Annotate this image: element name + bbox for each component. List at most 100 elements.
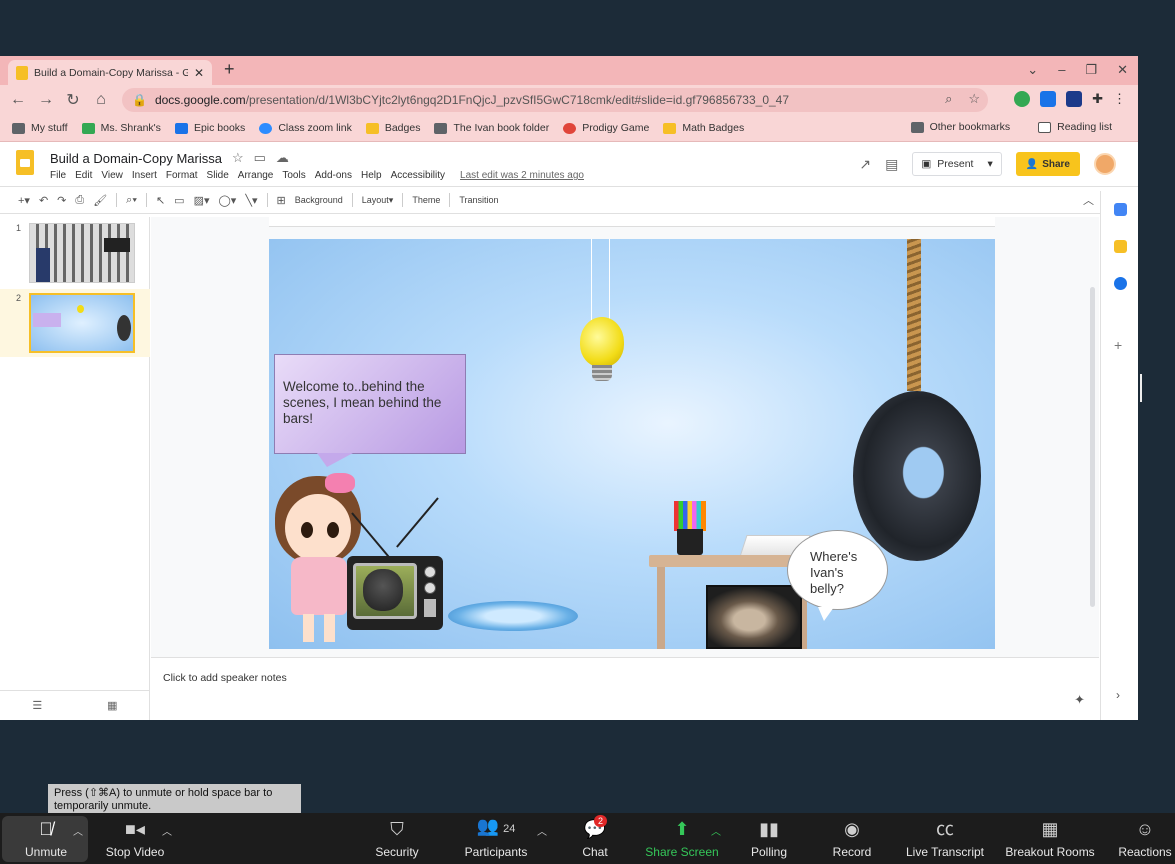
activity-trend-icon[interactable]: ↗: [859, 156, 871, 173]
back-icon[interactable]: ←: [10, 91, 26, 109]
menu-accessibility[interactable]: Accessibility: [391, 170, 445, 181]
lightbulb-image[interactable]: [580, 317, 624, 367]
forward-icon[interactable]: →: [38, 91, 54, 109]
record-button[interactable]: ◉ Record: [830, 813, 874, 864]
avatar[interactable]: [1094, 153, 1116, 175]
dog-photo-image[interactable]: [706, 585, 802, 649]
add-addon-icon[interactable]: +: [1114, 337, 1122, 353]
polling-button[interactable]: ▮▮ Polling: [748, 813, 790, 864]
share-button[interactable]: 👤 Share: [1015, 152, 1080, 176]
zoom-tool-icon[interactable]: ⌕▾: [126, 194, 137, 207]
keep-icon[interactable]: [1114, 240, 1127, 253]
bookmark-epic-books[interactable]: Epic books: [174, 122, 245, 134]
collapse-toolbar-icon[interactable]: ︿: [1083, 192, 1094, 208]
extension-icon[interactable]: [1014, 91, 1031, 107]
minimize-icon[interactable]: –: [1058, 62, 1065, 78]
bookmark-my-stuff[interactable]: My stuff: [12, 122, 68, 134]
line-icon[interactable]: ╲▾: [245, 194, 257, 207]
reactions-button[interactable]: ☺ Reactions: [1116, 813, 1174, 864]
menu-format[interactable]: Format: [166, 170, 198, 181]
zoom-icon[interactable]: ⌕: [945, 91, 952, 107]
audio-options-caret-icon[interactable]: ︿: [73, 823, 83, 838]
girl-character-image[interactable]: [285, 494, 351, 562]
menu-slide[interactable]: Slide: [207, 170, 229, 181]
layout-button[interactable]: Layout▾: [362, 195, 394, 206]
textbox-icon[interactable]: ▭: [174, 194, 184, 207]
chevron-down-icon[interactable]: ⌄: [1027, 62, 1038, 78]
stop-video-button[interactable]: ■◂ Stop Video: [102, 813, 168, 864]
bookmark-class-zoom[interactable]: Class zoom link: [259, 122, 352, 134]
grid-view-icon[interactable]: ☰: [32, 699, 42, 712]
menu-arrange[interactable]: Arrange: [238, 170, 274, 181]
window-edge-handle[interactable]: [1140, 374, 1142, 402]
extension-icon[interactable]: [1040, 91, 1057, 107]
present-button[interactable]: ▣ Present ▾: [912, 152, 1002, 176]
slide-thumbnail-1[interactable]: [29, 223, 135, 283]
close-window-icon[interactable]: ✕: [1117, 62, 1128, 78]
speech-bubble-welcome[interactable]: Welcome to..behind the scenes, I mean be…: [274, 354, 466, 467]
menu-file[interactable]: File: [50, 170, 66, 181]
puddle-image[interactable]: [448, 601, 578, 631]
menu-edit[interactable]: Edit: [75, 170, 92, 181]
participants-caret-icon[interactable]: ︿: [537, 823, 547, 838]
star-icon[interactable]: ☆: [232, 150, 244, 166]
explore-icon[interactable]: ✦: [1074, 692, 1085, 708]
shape-icon[interactable]: ◯▾: [219, 194, 237, 207]
slides-logo-icon[interactable]: [16, 150, 34, 175]
menu-view[interactable]: View: [101, 170, 123, 181]
home-icon[interactable]: ⌂: [94, 91, 108, 109]
bookmark-star-icon[interactable]: ☆: [968, 91, 980, 107]
bookmark-badges[interactable]: Badges: [365, 122, 420, 134]
security-button[interactable]: ⛉ Security: [371, 813, 423, 864]
live-transcript-button[interactable]: ㏄ Live Transcript: [902, 813, 988, 864]
other-bookmarks[interactable]: Other bookmarks: [910, 121, 1010, 133]
close-tab-icon[interactable]: ✕: [194, 66, 204, 80]
present-dropdown-icon[interactable]: ▾: [987, 158, 992, 170]
calendar-icon[interactable]: [1114, 203, 1127, 216]
theme-button[interactable]: Theme: [412, 195, 440, 205]
menu-help[interactable]: Help: [361, 170, 382, 181]
extension-icon[interactable]: [1066, 91, 1083, 107]
expand-panel-icon[interactable]: ›: [1116, 688, 1120, 702]
participants-button[interactable]: 👥 24 Participants: [460, 813, 532, 864]
vertical-scrollbar[interactable]: [1090, 287, 1095, 607]
tire-swing-image[interactable]: [853, 391, 981, 561]
speaker-notes[interactable]: Click to add speaker notes ✦: [151, 657, 1099, 720]
tasks-icon[interactable]: [1114, 277, 1127, 290]
chat-button[interactable]: 💬 Chat 2: [578, 813, 612, 864]
slide-thumbnail-2[interactable]: [29, 293, 135, 353]
paint-format-icon[interactable]: 🖌: [93, 194, 107, 207]
menu-tools[interactable]: Tools: [282, 170, 305, 181]
redo-icon[interactable]: ↷: [57, 194, 66, 207]
menu-addons[interactable]: Add-ons: [315, 170, 352, 181]
browser-tab[interactable]: Build a Domain-Copy Marissa - G ✕: [8, 60, 212, 85]
background-button[interactable]: Background: [295, 195, 343, 205]
reload-icon[interactable]: ↻: [66, 90, 80, 110]
undo-icon[interactable]: ↶: [39, 194, 48, 207]
filmstrip-view-icon[interactable]: ▦: [107, 699, 117, 712]
select-icon[interactable]: ↖: [156, 194, 165, 207]
restore-icon[interactable]: ❐: [1085, 62, 1097, 78]
comments-icon[interactable]: ▤: [885, 156, 898, 173]
video-options-caret-icon[interactable]: ︿: [162, 823, 172, 838]
breakout-rooms-button[interactable]: ▦ Breakout Rooms: [1003, 813, 1097, 864]
puzzle-icon[interactable]: ✚: [1092, 91, 1103, 107]
slide-canvas[interactable]: Welcome to..behind the scenes, I mean be…: [269, 239, 995, 649]
speech-bubble-question[interactable]: Where's Ivan's belly?: [787, 530, 888, 621]
bookmark-prodigy[interactable]: Prodigy Game: [563, 122, 649, 134]
menu-insert[interactable]: Insert: [132, 170, 157, 181]
transition-button[interactable]: Transition: [459, 195, 498, 205]
document-title[interactable]: Build a Domain-Copy Marissa: [50, 151, 222, 166]
rope-image[interactable]: [907, 239, 921, 391]
bookmark-ms-shranks[interactable]: Ms. Shrank's: [81, 122, 161, 134]
share-screen-button[interactable]: ⬆ Share Screen: [642, 813, 722, 864]
bookmark-ivan-folder[interactable]: The Ivan book folder: [434, 122, 549, 134]
new-slide-icon[interactable]: +▾: [18, 194, 30, 207]
comment-add-icon[interactable]: ⊞: [277, 194, 286, 207]
bookmark-math-badges[interactable]: Math Badges: [663, 122, 744, 134]
new-tab-icon[interactable]: +: [224, 59, 235, 80]
unmute-button[interactable]: 🎙̸ Unmute: [22, 813, 70, 864]
reading-list[interactable]: Reading list: [1038, 121, 1112, 133]
last-edit-link[interactable]: Last edit was 2 minutes ago: [460, 170, 584, 181]
more-vert-icon[interactable]: ⋮: [1113, 91, 1126, 107]
